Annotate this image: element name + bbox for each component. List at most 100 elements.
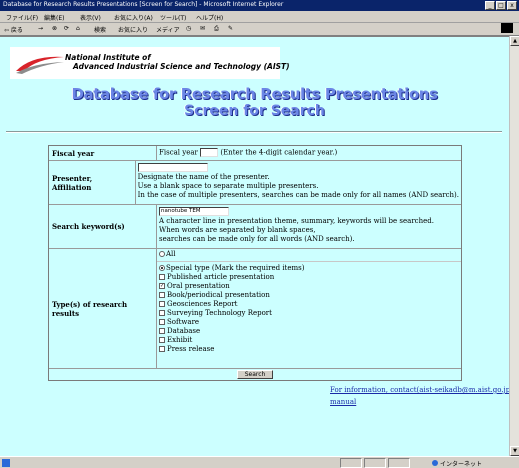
scroll-down-icon[interactable]: ▼ (510, 446, 519, 456)
type-option: Press release (159, 345, 459, 354)
type-checkbox-label: Geosciences Report (167, 300, 238, 308)
maximize-button[interactable]: □ (496, 1, 506, 10)
status-segment (340, 458, 362, 468)
fiscal-year-input[interactable] (200, 148, 219, 157)
page-title: Database for Research Results Presentati… (71, 85, 438, 103)
menu-favorites[interactable]: お気に入り(A) (114, 13, 153, 22)
type-option: Surveying Technology Report (159, 309, 459, 318)
page-status-icon (2, 459, 10, 467)
divider (6, 131, 502, 133)
edit-icon[interactable]: ✎ (228, 25, 233, 32)
media-button[interactable]: メディア (156, 25, 180, 34)
menu-view[interactable]: 表示(V) (80, 13, 101, 22)
keyword-help-2: When words are separated by blank spaces… (159, 225, 316, 234)
type-option: Published article presentation (159, 273, 459, 282)
type-checkbox-label: Surveying Technology Report (167, 309, 272, 317)
aist-swoosh-icon (16, 56, 64, 74)
refresh-icon[interactable]: ⟳ (64, 25, 69, 32)
types-separator (157, 261, 461, 262)
fiscal-year-prefix: Fiscal year (159, 148, 198, 157)
all-radio[interactable] (159, 251, 165, 257)
status-segment (364, 458, 386, 468)
type-checkbox[interactable] (159, 346, 165, 352)
all-radio-label: All (166, 250, 176, 258)
special-radio[interactable] (159, 265, 165, 271)
presenter-help-1: Designate the name of the presenter. (137, 172, 270, 181)
page-subtitle: Screen for Search (184, 103, 325, 119)
type-checkbox-label: Book/periodical presentation (167, 291, 270, 299)
presenter-help-3: In the case of multiple presenters, sear… (137, 190, 459, 199)
keyword-input[interactable]: nanotube TEM (159, 207, 229, 216)
print-icon[interactable]: ⎙ (214, 25, 219, 33)
security-zone: インターネット (440, 461, 483, 468)
submit-search-button[interactable]: Search (237, 370, 273, 379)
forward-icon[interactable]: → (38, 25, 43, 32)
keyword-help-3: searches can be made only for all words … (159, 234, 355, 243)
page-content: National Institute of Advanced Industria… (0, 36, 509, 456)
menu-tools[interactable]: ツール(T) (160, 13, 186, 22)
logo-line-1: National Institute of (65, 53, 151, 62)
row-search: Search (49, 368, 461, 380)
presenter-help-2: Use a blank space to separate multiple p… (137, 181, 319, 190)
keyword-label: Search keyword(s) (52, 222, 125, 231)
row-keyword: Search keyword(s) nanotube TEM A charact… (49, 204, 461, 248)
type-checkbox[interactable] (159, 337, 165, 343)
history-icon[interactable]: ◷ (186, 25, 191, 32)
type-checkbox[interactable] (159, 310, 165, 316)
minimize-button[interactable]: _ (485, 1, 495, 10)
types-label: Type(s) of research results (52, 299, 128, 318)
type-checkbox-list: Published article presentation ✓ Oral pres… (159, 273, 459, 354)
close-button[interactable]: x (507, 1, 517, 10)
type-option: ✓ Oral presentation (159, 282, 459, 291)
search-form: Fiscal year Fiscal year (Enter the 4-dig… (48, 145, 462, 381)
keyword-help-1: A character line in presentation theme, … (159, 216, 434, 225)
row-fiscal-year: Fiscal year Fiscal year (Enter the 4-dig… (49, 146, 461, 160)
type-checkbox-label: Published article presentation (167, 273, 275, 281)
row-types: Type(s) of research results All Special … (49, 248, 461, 368)
status-bar: インターネット (0, 456, 519, 468)
type-checkbox-label: Oral presentation (167, 282, 230, 290)
type-checkbox-label: Database (167, 327, 201, 335)
type-checkbox[interactable] (159, 328, 165, 334)
type-checkbox-label: Exhibit (167, 336, 193, 344)
type-checkbox-label: Software (167, 318, 200, 326)
presenter-input[interactable] (137, 163, 208, 172)
type-checkbox[interactable]: ✓ (159, 283, 165, 289)
type-option: Exhibit (159, 336, 459, 345)
window-title: Database for Research Results Presentati… (3, 1, 284, 8)
manual-link[interactable]: manual (330, 398, 356, 406)
menu-bar: ファイル(F) 編集(E) 表示(V) お気に入り(A) ツール(T) ヘルプ(… (0, 11, 519, 33)
scroll-up-icon[interactable]: ▲ (510, 36, 519, 46)
type-checkbox[interactable] (159, 274, 165, 280)
vertical-scrollbar[interactable]: ▲ ▼ (509, 36, 519, 456)
back-button[interactable]: ⇦ 戻る (4, 25, 23, 34)
mail-icon[interactable]: ✉ (200, 25, 205, 32)
logo-line-2: Advanced Industrial Science and Technolo… (73, 62, 290, 71)
fiscal-year-label: Fiscal year (52, 148, 95, 158)
menu-help[interactable]: ヘルプ(H) (196, 13, 223, 22)
menu-file[interactable]: ファイル(F) (6, 13, 38, 22)
internet-zone-icon (432, 460, 438, 466)
presenter-label: Presenter, (52, 173, 93, 183)
stop-icon[interactable]: ⊗ (52, 25, 57, 32)
menu-edit[interactable]: 編集(E) (44, 13, 64, 22)
search-button[interactable]: 検索 (94, 25, 106, 34)
type-option: Geosciences Report (159, 300, 459, 309)
type-checkbox[interactable] (159, 301, 165, 307)
contact-link[interactable]: For information, contact(aist-seikadb@m.… (330, 386, 509, 394)
type-checkbox[interactable] (159, 319, 165, 325)
aist-logo: National Institute of Advanced Industria… (10, 47, 290, 79)
type-checkbox[interactable] (159, 292, 165, 298)
special-radio-label: Special type (Mark the required items) (166, 264, 305, 272)
browser-toolbar: ⇦ 戻る → ⊗ ⟳ ⌂ 検索 お気に入り メディア ◷ ✉ ⎙ ✎ (0, 23, 519, 36)
row-presenter: Presenter, Affiliation Designate the nam… (49, 160, 461, 204)
type-checkbox-label: Press release (167, 345, 215, 353)
home-icon[interactable]: ⌂ (76, 25, 80, 32)
status-segment (388, 458, 410, 468)
type-option: Software (159, 318, 459, 327)
type-option: Database (159, 327, 459, 336)
favorites-button[interactable]: お気に入り (118, 25, 148, 34)
window-titlebar: Database for Research Results Presentati… (0, 0, 519, 11)
type-option: Book/periodical presentation (159, 291, 459, 300)
fiscal-year-hint: (Enter the 4-digit calendar year.) (220, 148, 338, 157)
